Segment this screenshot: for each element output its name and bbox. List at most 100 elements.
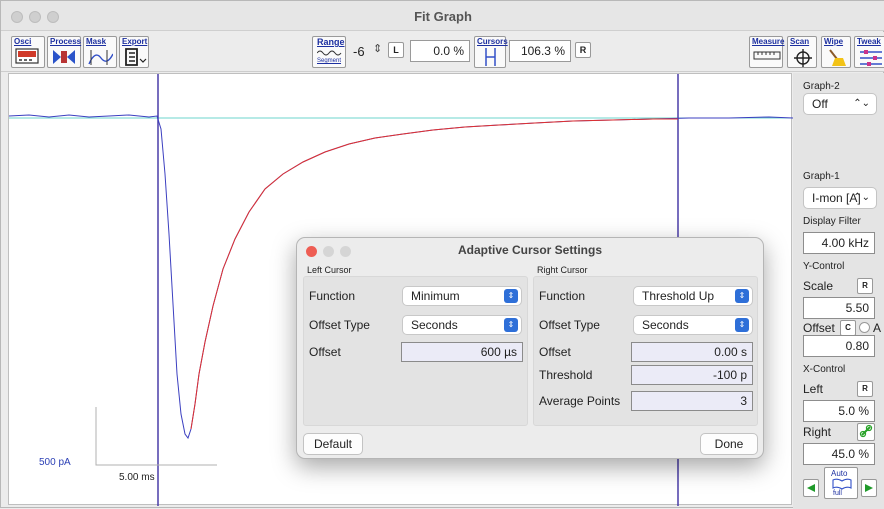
cursors-label: Cursors <box>477 37 508 46</box>
export-icon <box>125 48 147 66</box>
mask-icon <box>88 50 113 65</box>
range-button[interactable]: Range Segment <box>312 36 346 68</box>
left-function-value: Minimum <box>411 289 460 303</box>
right-function-select[interactable]: Threshold Up ⇕ <box>633 286 753 306</box>
offset-field[interactable]: 0.80 <box>803 335 875 357</box>
offset-c-button[interactable]: C <box>840 320 856 336</box>
measure-label: Measure <box>752 37 785 46</box>
right-offset-type-select[interactable]: Seconds ⇕ <box>633 315 753 335</box>
chevron-updown-icon: ⇕ <box>735 318 749 332</box>
segment-label: Segment <box>317 58 342 64</box>
left-cursor-button[interactable]: L <box>388 42 404 58</box>
scale-y-label: 500 pA <box>39 457 71 468</box>
right-field[interactable]: 45.0 % <box>803 443 875 465</box>
oscilloscope-icon <box>15 48 39 64</box>
osci-label: Osci <box>14 37 32 46</box>
wipe-label: Wipe <box>824 37 844 46</box>
left-offset-field[interactable]: 600 µs <box>401 342 523 362</box>
arrow-right-icon <box>865 484 873 492</box>
right-label: Right <box>803 425 832 439</box>
graph2-label: Graph-2 <box>803 81 840 92</box>
threshold-label: Threshold <box>539 368 593 382</box>
scroll-right-button[interactable] <box>861 479 877 497</box>
range-label: Range <box>317 37 345 47</box>
left-label: Left <box>803 382 824 396</box>
left-cursor-percent[interactable]: 0.0 % <box>410 40 470 62</box>
default-button[interactable]: Default <box>303 433 363 455</box>
right-offset-type-label: Offset Type <box>539 318 600 332</box>
dialog-title: Adaptive Cursor Settings <box>457 243 603 257</box>
right-cursor-section-label: Right Cursor <box>537 265 588 275</box>
right-function-value: Threshold Up <box>642 289 715 303</box>
chevron-updown-icon: ⌃⌄ <box>853 192 870 203</box>
left-cursor-section-label: Left Cursor <box>307 265 352 275</box>
cursors-icon <box>485 48 496 66</box>
cursors-button[interactable]: Cursors <box>474 36 508 68</box>
auto-full-button[interactable]: Auto full <box>824 467 858 499</box>
graph2-value: Off <box>812 97 828 111</box>
wipe-button[interactable]: Wipe <box>821 36 851 68</box>
graph1-select[interactable]: I-mon [A] ⌃⌄ <box>803 187 877 209</box>
left-field[interactable]: 5.0 % <box>803 400 875 422</box>
offset-a-label: A <box>873 321 882 335</box>
right-offset-label: Offset <box>539 345 571 359</box>
scroll-left-button[interactable] <box>803 479 819 497</box>
scan-button[interactable]: Scan <box>787 36 817 68</box>
control-sidebar: Graph-2 Off ⌃⌄ Graph-1 I-mon [A] ⌃⌄ Disp… <box>793 73 884 509</box>
mask-button[interactable]: Mask <box>83 36 117 68</box>
average-points-field[interactable]: 3 <box>631 391 753 411</box>
graph1-label: Graph-1 <box>803 171 840 182</box>
export-button[interactable]: Export <box>119 36 149 68</box>
display-filter-field[interactable]: 4.00 kHz <box>803 232 875 254</box>
right-offset-type-value: Seconds <box>642 318 689 332</box>
right-cursor-percent[interactable]: 106.3 % <box>509 40 571 62</box>
title-bar: Fit Graph <box>1 1 884 31</box>
right-offset-field[interactable]: 0.00 s <box>631 342 753 362</box>
chevron-updown-icon: ⇕ <box>504 289 518 303</box>
left-function-select[interactable]: Minimum ⇕ <box>402 286 522 306</box>
left-reset-button[interactable]: R <box>857 381 873 397</box>
display-filter-label: Display Filter <box>803 216 861 227</box>
process-button[interactable]: Process <box>47 36 81 68</box>
scan-label: Scan <box>790 37 810 46</box>
scale-x-label: 5.00 ms <box>119 472 155 483</box>
offset-a-radio[interactable] <box>859 322 870 333</box>
chevron-updown-icon: ⌃⌄ <box>853 98 870 109</box>
fit-graph-window: Fit Graph Osci Process Mask Export Range… <box>0 0 884 509</box>
xcontrol-label: X-Control <box>803 364 846 375</box>
chevron-updown-icon: ⇕ <box>504 318 518 332</box>
right-function-label: Function <box>539 289 586 303</box>
done-button[interactable]: Done <box>700 433 758 455</box>
tweak-label: Tweak <box>857 37 881 46</box>
mask-label: Mask <box>86 37 107 46</box>
scale-field[interactable]: 5.50 <box>803 297 875 319</box>
broom-icon <box>829 49 846 66</box>
osci-button[interactable]: Osci <box>11 36 45 68</box>
ycontrol-label: Y-Control <box>803 261 845 272</box>
right-cursor-button[interactable]: R <box>575 42 591 58</box>
scale-bar <box>95 407 217 466</box>
export-label: Export <box>122 37 148 46</box>
window-title: Fit Graph <box>414 9 472 24</box>
book-icon <box>832 478 852 490</box>
wave-icon <box>317 50 342 56</box>
full-label: full <box>833 490 842 497</box>
chevron-updown-icon: ⇕ <box>735 289 749 303</box>
left-offset-type-select[interactable]: Seconds ⇕ <box>402 315 522 335</box>
scale-reset-button[interactable]: R <box>857 278 873 294</box>
left-offset-type-value: Seconds <box>411 318 458 332</box>
tweak-button[interactable]: Tweak <box>854 36 884 68</box>
adaptive-cursor-settings-dialog: Adaptive Cursor Settings Left Cursor Rig… <box>296 237 764 459</box>
measure-button[interactable]: Measure <box>749 36 785 68</box>
left-function-label: Function <box>309 289 356 303</box>
threshold-field[interactable]: -100 p <box>631 365 753 385</box>
left-offset-label: Offset <box>309 345 341 359</box>
toolbar: Osci Process Mask Export Range Segment -… <box>1 32 884 72</box>
process-icon <box>53 50 75 64</box>
graph2-select[interactable]: Off ⌃⌄ <box>803 93 877 115</box>
left-offset-type-label: Offset Type <box>309 318 370 332</box>
range-stepper-icon[interactable]: ⇕ <box>373 42 382 55</box>
link-button[interactable] <box>857 423 875 441</box>
average-points-label: Average Points <box>539 394 621 408</box>
crosshair-icon <box>794 49 812 67</box>
